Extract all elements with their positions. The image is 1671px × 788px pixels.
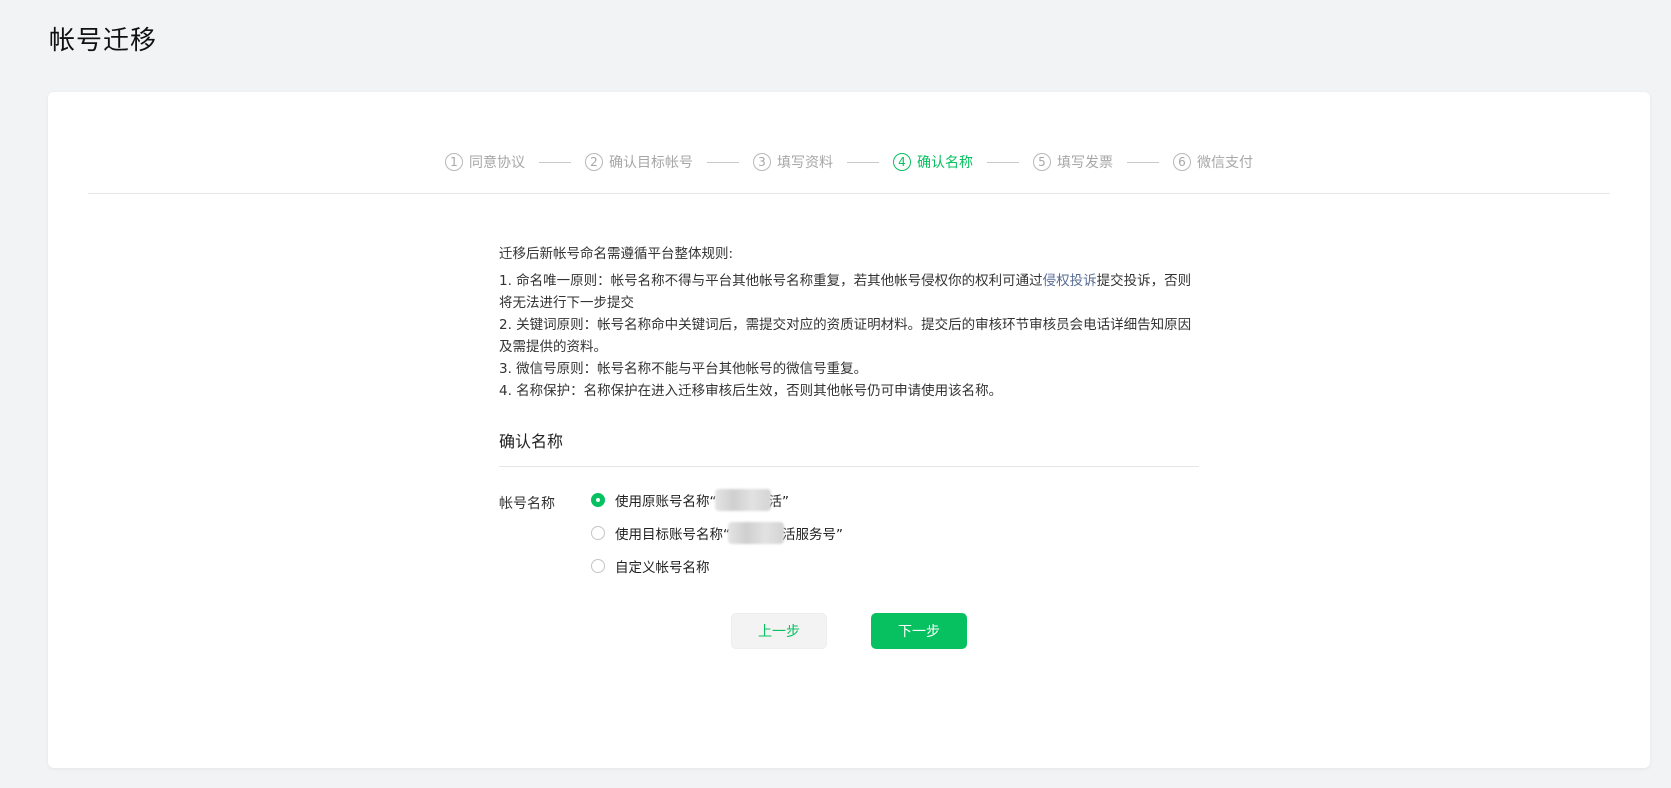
step-number: 4 xyxy=(893,153,911,171)
radio-checked-icon[interactable] xyxy=(591,492,605,507)
action-buttons: 上一步 下一步 xyxy=(48,613,1650,649)
blurred-name xyxy=(714,488,771,511)
step-label: 确认目标帐号 xyxy=(609,155,693,171)
step-4-active: 4 确认名称 xyxy=(893,152,973,172)
radio-icon[interactable] xyxy=(591,525,605,540)
rule-1-text: 1. 命名唯一原则：帐号名称不得与平台其他帐号名称重复，若其他帐号侵权你的权利可… xyxy=(499,273,1043,289)
option-original-name[interactable]: 使用原账号名称“ 活” xyxy=(591,483,843,516)
infringement-complaint-link[interactable]: 侵权投诉 xyxy=(1043,273,1097,289)
option-custom-name[interactable]: 自定义帐号名称 xyxy=(591,549,843,582)
option-label: 自定义帐号名称 xyxy=(615,559,710,576)
step-number: 6 xyxy=(1173,153,1191,171)
step-6: 6 微信支付 xyxy=(1173,152,1253,172)
step-connector xyxy=(1127,161,1159,163)
step-number: 1 xyxy=(445,153,463,171)
option-label: 使用目标账号名称“ xyxy=(615,526,730,543)
option-target-name[interactable]: 使用目标账号名称“ 活服务号” xyxy=(591,516,843,549)
step-progress: 1 同意协议 2 确认目标帐号 3 填写资料 4 确认名称 5 填写发票 6 微… xyxy=(48,152,1650,172)
account-name-field: 帐号名称 使用原账号名称“ 活” 使用目标账号名称“ 活服务号” 自定义帐号名称 xyxy=(499,483,1199,576)
field-label: 帐号名称 xyxy=(499,496,555,512)
rule-4: 4. 名称保护：名称保护在进入迁移审核后生效，否则其他帐号仍可申请使用该名称。 xyxy=(499,383,1003,399)
step-label: 填写发票 xyxy=(1057,155,1113,171)
rules-intro: 迁移后新帐号命名需遵循平台整体规则: xyxy=(499,246,734,262)
step-connector xyxy=(847,161,879,163)
step-number: 2 xyxy=(585,153,603,171)
step-label: 确认名称 xyxy=(917,155,973,171)
step-number: 5 xyxy=(1033,153,1051,171)
radio-icon[interactable] xyxy=(591,558,605,573)
rule-3: 3. 微信号原则：帐号名称不能与平台其他帐号的微信号重复。 xyxy=(499,361,868,377)
step-connector xyxy=(707,161,739,163)
section-title: 确认名称 xyxy=(499,428,1199,467)
step-label: 微信支付 xyxy=(1197,155,1253,171)
option-label-end: 活服务号” xyxy=(782,526,843,543)
main-card: 1 同意协议 2 确认目标帐号 3 填写资料 4 确认名称 5 填写发票 6 微… xyxy=(48,92,1650,768)
option-label: 使用原账号名称“ xyxy=(615,493,717,510)
steps-divider xyxy=(88,193,1610,194)
option-label-end: 活” xyxy=(768,493,790,510)
step-connector xyxy=(987,161,1019,163)
rule-2: 2. 关键词原则：帐号名称命中关键词后，需提交对应的资质证明材料。提交后的审核环… xyxy=(499,317,1192,355)
step-number: 3 xyxy=(753,153,771,171)
content-area: 迁移后新帐号命名需遵循平台整体规则: 1. 命名唯一原则：帐号名称不得与平台其他… xyxy=(499,244,1199,576)
step-label: 填写资料 xyxy=(777,155,833,171)
step-2: 2 确认目标帐号 xyxy=(585,152,693,172)
page-title: 帐号迁移 xyxy=(49,26,158,56)
step-1: 1 同意协议 xyxy=(445,152,525,172)
next-step-button[interactable]: 下一步 xyxy=(871,613,967,649)
name-options: 使用原账号名称“ 活” 使用目标账号名称“ 活服务号” 自定义帐号名称 xyxy=(591,483,843,582)
prev-step-button[interactable]: 上一步 xyxy=(731,613,827,649)
rule-1: 1. 命名唯一原则：帐号名称不得与平台其他帐号名称重复，若其他帐号侵权你的权利可… xyxy=(499,270,1199,314)
step-5: 5 填写发票 xyxy=(1033,152,1113,172)
step-connector xyxy=(539,161,571,163)
blurred-name xyxy=(728,521,784,544)
step-3: 3 填写资料 xyxy=(753,152,833,172)
step-label: 同意协议 xyxy=(469,155,525,171)
